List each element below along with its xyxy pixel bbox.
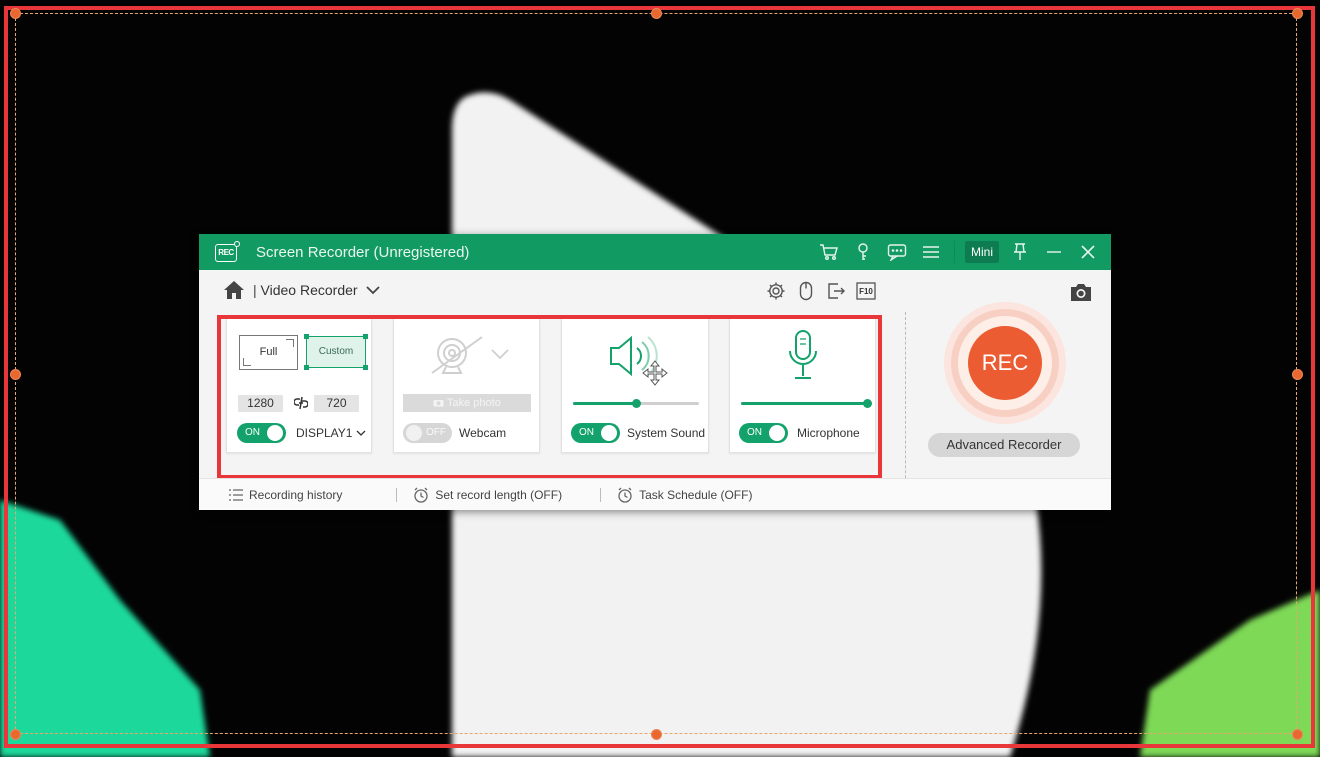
chevron-down-icon	[356, 430, 366, 436]
chat-icon[interactable]	[880, 234, 914, 270]
display-toggle[interactable]: ON	[237, 423, 286, 443]
display-toggle-state: ON	[245, 427, 260, 438]
mode-label: Video Recorder	[260, 282, 358, 298]
system-sound-toggle[interactable]: ON	[571, 423, 620, 443]
custom-label: Custom	[318, 346, 354, 357]
window-title: Screen Recorder (Unregistered)	[256, 243, 470, 261]
list-icon	[229, 488, 243, 501]
alarm-clock-icon	[618, 487, 632, 503]
resize-handle-bottom-left[interactable]	[9, 728, 21, 740]
f10-hotkey-icon[interactable]: F10	[855, 280, 877, 302]
mouse-icon[interactable]	[795, 280, 817, 302]
move-cursor-icon	[642, 360, 668, 386]
mini-mode-button[interactable]: Mini	[964, 241, 999, 263]
webcam-toggle-state: OFF	[426, 427, 446, 438]
system-sound-volume-slider[interactable]	[573, 399, 699, 408]
rec-button[interactable]: REC	[968, 326, 1042, 400]
recording-history-link[interactable]: Recording history	[229, 488, 342, 502]
microphone-volume-slider[interactable]	[741, 399, 872, 408]
microphone-label: Microphone	[797, 426, 860, 440]
minimize-icon[interactable]	[1037, 234, 1071, 270]
chevron-down-icon[interactable]	[491, 349, 509, 360]
take-photo-label: Take photo	[447, 397, 501, 409]
webcam-panel: Take photo OFF Webcam	[393, 319, 540, 453]
mode-selector[interactable]: | Video Recorder	[253, 282, 358, 298]
sound-toggle-state: ON	[579, 427, 594, 438]
mic-toggle-state: ON	[747, 427, 762, 438]
microphone-icon	[789, 330, 817, 379]
advanced-recorder-button[interactable]: Advanced Recorder	[928, 433, 1080, 457]
cart-icon[interactable]	[812, 234, 846, 270]
task-schedule-label: Task Schedule (OFF)	[639, 487, 753, 502]
key-icon[interactable]	[846, 234, 880, 270]
take-photo-button[interactable]: Take photo	[403, 394, 531, 412]
display-select[interactable]: DISPLAY1	[296, 423, 366, 443]
title-bar[interactable]: REC Screen Recorder (Unregistered) Mini	[199, 234, 1111, 270]
link-aspect-icon[interactable]	[294, 396, 308, 410]
record-length-label: Set record length (OFF)	[435, 487, 563, 502]
divider	[905, 312, 906, 498]
resize-handle-top-right[interactable]	[1291, 7, 1303, 19]
hotkey-label: F10	[859, 286, 873, 296]
system-sound-panel: ON System Sound	[561, 319, 709, 453]
resize-handle-right[interactable]	[1291, 368, 1303, 380]
full-screen-button[interactable]: Full	[239, 335, 298, 370]
webcam-label: Webcam	[459, 426, 507, 440]
menu-icon[interactable]	[914, 234, 948, 270]
slider-thumb[interactable]	[631, 399, 641, 408]
camera-icon	[433, 400, 444, 407]
microphone-panel: ON Microphone	[729, 319, 876, 453]
height-input[interactable]: 720	[314, 395, 359, 412]
display-name: DISPLAY1	[296, 426, 353, 440]
app-logo-text: REC	[215, 244, 237, 262]
alarm-clock-icon	[414, 487, 429, 503]
full-label: Full	[259, 346, 278, 358]
recorder-body: | Video Recorder F10 Full Custom 1280 72…	[199, 270, 1111, 498]
home-icon[interactable]	[223, 280, 245, 300]
resize-handle-left[interactable]	[9, 368, 21, 380]
screen-recorder-window: REC Screen Recorder (Unregistered) Mini	[199, 234, 1111, 510]
display-panel: Full Custom 1280 720 ON DISPLAY1	[226, 319, 372, 453]
webcam-disabled-icon	[431, 336, 483, 374]
resize-handle-bottom-right[interactable]	[1291, 728, 1303, 740]
custom-region-button[interactable]: Custom	[304, 334, 368, 370]
task-schedule-link[interactable]: Task Schedule (OFF)	[617, 487, 752, 503]
system-sound-label: System Sound	[627, 426, 706, 440]
width-input[interactable]: 1280	[238, 395, 283, 412]
slider-thumb[interactable]	[862, 399, 872, 408]
resize-handle-bottom[interactable]	[650, 728, 662, 740]
pin-icon[interactable]	[1003, 234, 1037, 270]
history-label: Recording history	[249, 487, 343, 502]
resize-handle-top[interactable]	[650, 7, 662, 19]
close-icon[interactable]	[1071, 234, 1105, 270]
rec-button-wrap: REC	[941, 302, 1066, 426]
chevron-down-icon[interactable]	[365, 285, 380, 295]
resize-handle-top-left[interactable]	[9, 7, 21, 19]
screenshot-camera-icon[interactable]	[1069, 282, 1093, 302]
app-logo: REC	[215, 241, 240, 263]
microphone-toggle[interactable]: ON	[739, 423, 788, 443]
export-icon[interactable]	[825, 280, 847, 302]
webcam-toggle[interactable]: OFF	[403, 423, 452, 443]
footer-bar: Recording history Set record length (OFF…	[199, 478, 1111, 510]
source-panels-highlight: Full Custom 1280 720 ON DISPLAY1 Take ph…	[217, 315, 882, 479]
mode-separator: |	[253, 282, 257, 298]
record-length-link[interactable]: Set record length (OFF)	[413, 487, 562, 503]
gear-icon[interactable]	[765, 280, 787, 302]
